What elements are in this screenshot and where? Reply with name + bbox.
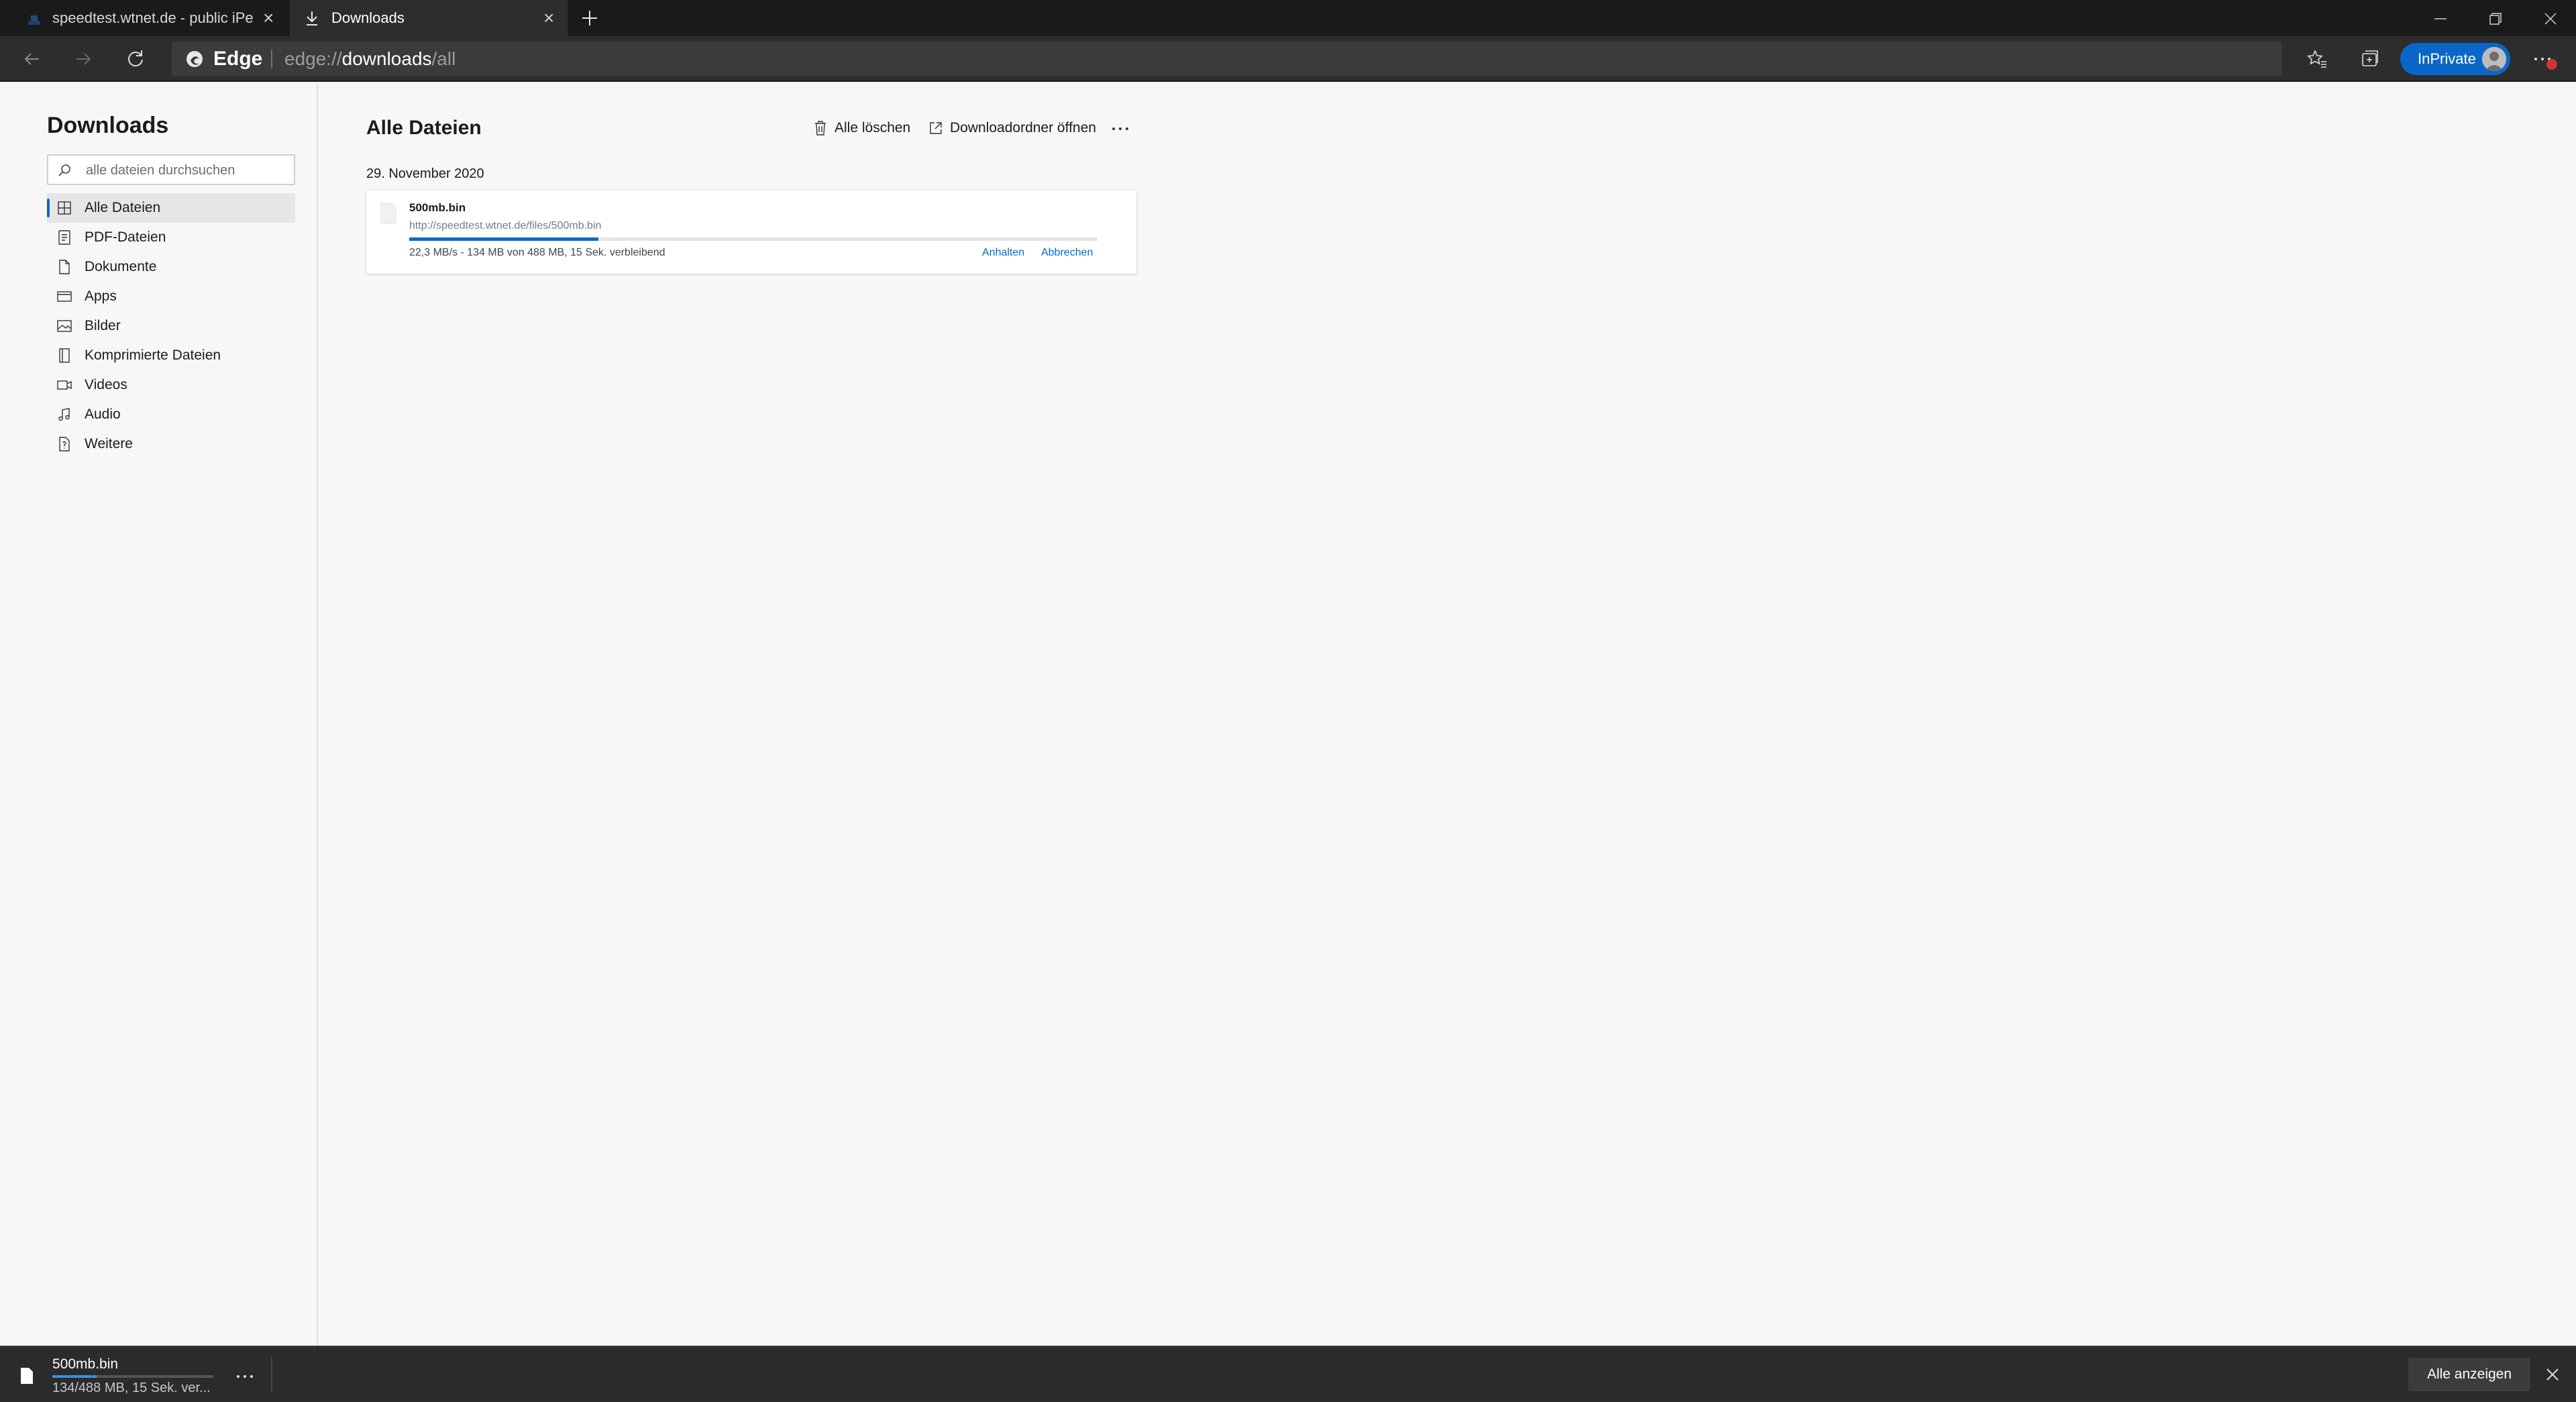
page-title: Downloads — [47, 113, 169, 138]
trash-icon — [815, 121, 826, 136]
sidebar-item-label: Apps — [85, 288, 117, 304]
reload-icon[interactable] — [123, 47, 148, 71]
url-text[interactable]: edge://downloads/all — [284, 48, 455, 70]
pdf-icon — [58, 230, 70, 245]
close-shelf-icon[interactable] — [2544, 1366, 2561, 1383]
minimize-icon[interactable] — [2428, 7, 2453, 31]
sidebar-item-audio[interactable]: Audio — [47, 400, 295, 429]
clear-all-label: Alle löschen — [835, 120, 911, 136]
audio-icon — [58, 408, 70, 421]
download-progress-bar — [409, 237, 1097, 241]
forward-arrow-icon[interactable] — [71, 47, 95, 71]
document-icon — [59, 260, 70, 274]
clear-all-button[interactable]: Alle löschen — [813, 118, 910, 138]
new-tab-plus-icon[interactable] — [578, 7, 601, 30]
address-bar[interactable]: Edge edge://downloads/all — [172, 42, 2441, 76]
app-icon — [57, 291, 72, 302]
show-all-button[interactable]: Alle anzeigen — [2408, 1358, 2530, 1391]
download-progress-fill — [409, 237, 598, 241]
sidebar-item-label: Audio — [85, 407, 121, 422]
video-icon — [57, 380, 72, 390]
search-input[interactable] — [86, 160, 287, 181]
back-arrow-icon[interactable] — [20, 47, 44, 71]
edge-brand-label: Edge — [213, 48, 263, 70]
address-separator — [271, 50, 272, 68]
shelf-separator — [271, 1358, 272, 1393]
sidebar-item-all-files[interactable]: Alle Dateien — [47, 193, 295, 223]
grid-icon — [58, 201, 71, 215]
downloads-main: Alle Dateien Alle löschen Downloadordner… — [319, 83, 2576, 1346]
shelf-progress-bar — [52, 1375, 213, 1378]
sidebar-item-label: Bilder — [85, 318, 121, 333]
site-favicon-icon — [28, 15, 40, 25]
sidebar-item-label: Weitere — [85, 436, 133, 451]
edge-logo-icon — [186, 51, 203, 67]
download-icon — [307, 11, 317, 25]
sidebar-item-label: PDF-Dateien — [85, 229, 166, 245]
shelf-progress-fill — [52, 1375, 97, 1378]
open-folder-label: Downloadordner öffnen — [950, 120, 1096, 136]
avatar — [2482, 47, 2506, 71]
cancel-download-link[interactable]: Abbrechen — [1041, 247, 1093, 259]
tab-strip: speedtest.wtnet.de - public iPerf3 × Dow… — [0, 0, 2576, 36]
sidebar-item-other[interactable]: Weitere — [47, 429, 295, 459]
sidebar-item-documents[interactable]: Dokumente — [47, 252, 295, 282]
date-group-label: 29. November 2020 — [366, 166, 484, 181]
tab-close-icon[interactable]: × — [543, 9, 554, 28]
open-folder-button[interactable]: Downloadordner öffnen — [928, 118, 1096, 138]
tab-speedtest[interactable]: speedtest.wtnet.de - public iPerf3 × — [0, 0, 290, 36]
sidebar-item-images[interactable]: Bilder — [47, 311, 295, 341]
browser-toolbar: Edge edge://downloads/all InPrivate — [0, 36, 2576, 82]
sidebar-item-label: Videos — [85, 377, 127, 392]
sidebar-item-videos[interactable]: Videos — [47, 370, 295, 400]
tab-downloads[interactable]: Downloads × — [290, 0, 568, 36]
file-icon — [21, 1368, 33, 1384]
search-icon — [58, 164, 70, 176]
download-shelf: 500mb.bin 134/488 MB, 15 Sek. ver... All… — [0, 1346, 2576, 1402]
downloads-sidebar: Downloads Alle Dateien PDF-Dateien Dokum… — [0, 83, 318, 1346]
tab-close-icon[interactable]: × — [263, 9, 274, 28]
open-external-icon — [930, 122, 942, 134]
tab-title: Downloads — [331, 9, 405, 26]
download-item-card[interactable]: 500mb.bin http://speedtest.wtnet.de/file… — [366, 191, 1136, 274]
zip-icon — [59, 348, 70, 363]
sidebar-item-apps[interactable]: Apps — [47, 282, 295, 311]
image-icon — [57, 320, 72, 332]
sidebar-item-label: Dokumente — [85, 259, 157, 274]
shelf-more-options-icon[interactable] — [235, 1370, 255, 1383]
avatar-person-icon — [2482, 47, 2506, 71]
pause-download-link[interactable]: Anhalten — [982, 247, 1024, 259]
shelf-file-status: 134/488 MB, 15 Sek. ver... — [52, 1381, 211, 1395]
inprivate-button[interactable]: InPrivate — [2400, 43, 2510, 75]
search-box[interactable] — [47, 154, 295, 185]
download-file-name[interactable]: 500mb.bin — [409, 201, 466, 215]
inprivate-label: InPrivate — [2418, 50, 2476, 67]
sidebar-item-label: Komprimierte Dateien — [85, 347, 221, 363]
restore-icon[interactable] — [2483, 7, 2508, 31]
notification-badge-icon — [2546, 59, 2557, 70]
sidebar-item-compressed[interactable]: Komprimierte Dateien — [47, 341, 295, 370]
window-close-icon[interactable] — [2538, 7, 2563, 31]
collections-icon[interactable] — [2357, 47, 2381, 71]
download-status: 22,3 MB/s - 134 MB von 488 MB, 15 Sek. v… — [409, 247, 665, 258]
more-options-icon[interactable] — [1110, 121, 1131, 137]
tab-title: speedtest.wtnet.de - public iPerf3 — [52, 9, 254, 26]
section-title: Alle Dateien — [366, 117, 482, 139]
file-icon — [380, 203, 396, 224]
other-file-icon — [59, 437, 70, 451]
shelf-file-name[interactable]: 500mb.bin — [52, 1356, 118, 1372]
sidebar-item-label: Alle Dateien — [85, 200, 161, 215]
sidebar-item-pdf[interactable]: PDF-Dateien — [47, 223, 295, 252]
favorites-icon[interactable] — [2305, 47, 2329, 71]
download-source-url[interactable]: http://speedtest.wtnet.de/files/500mb.bi… — [409, 220, 601, 232]
